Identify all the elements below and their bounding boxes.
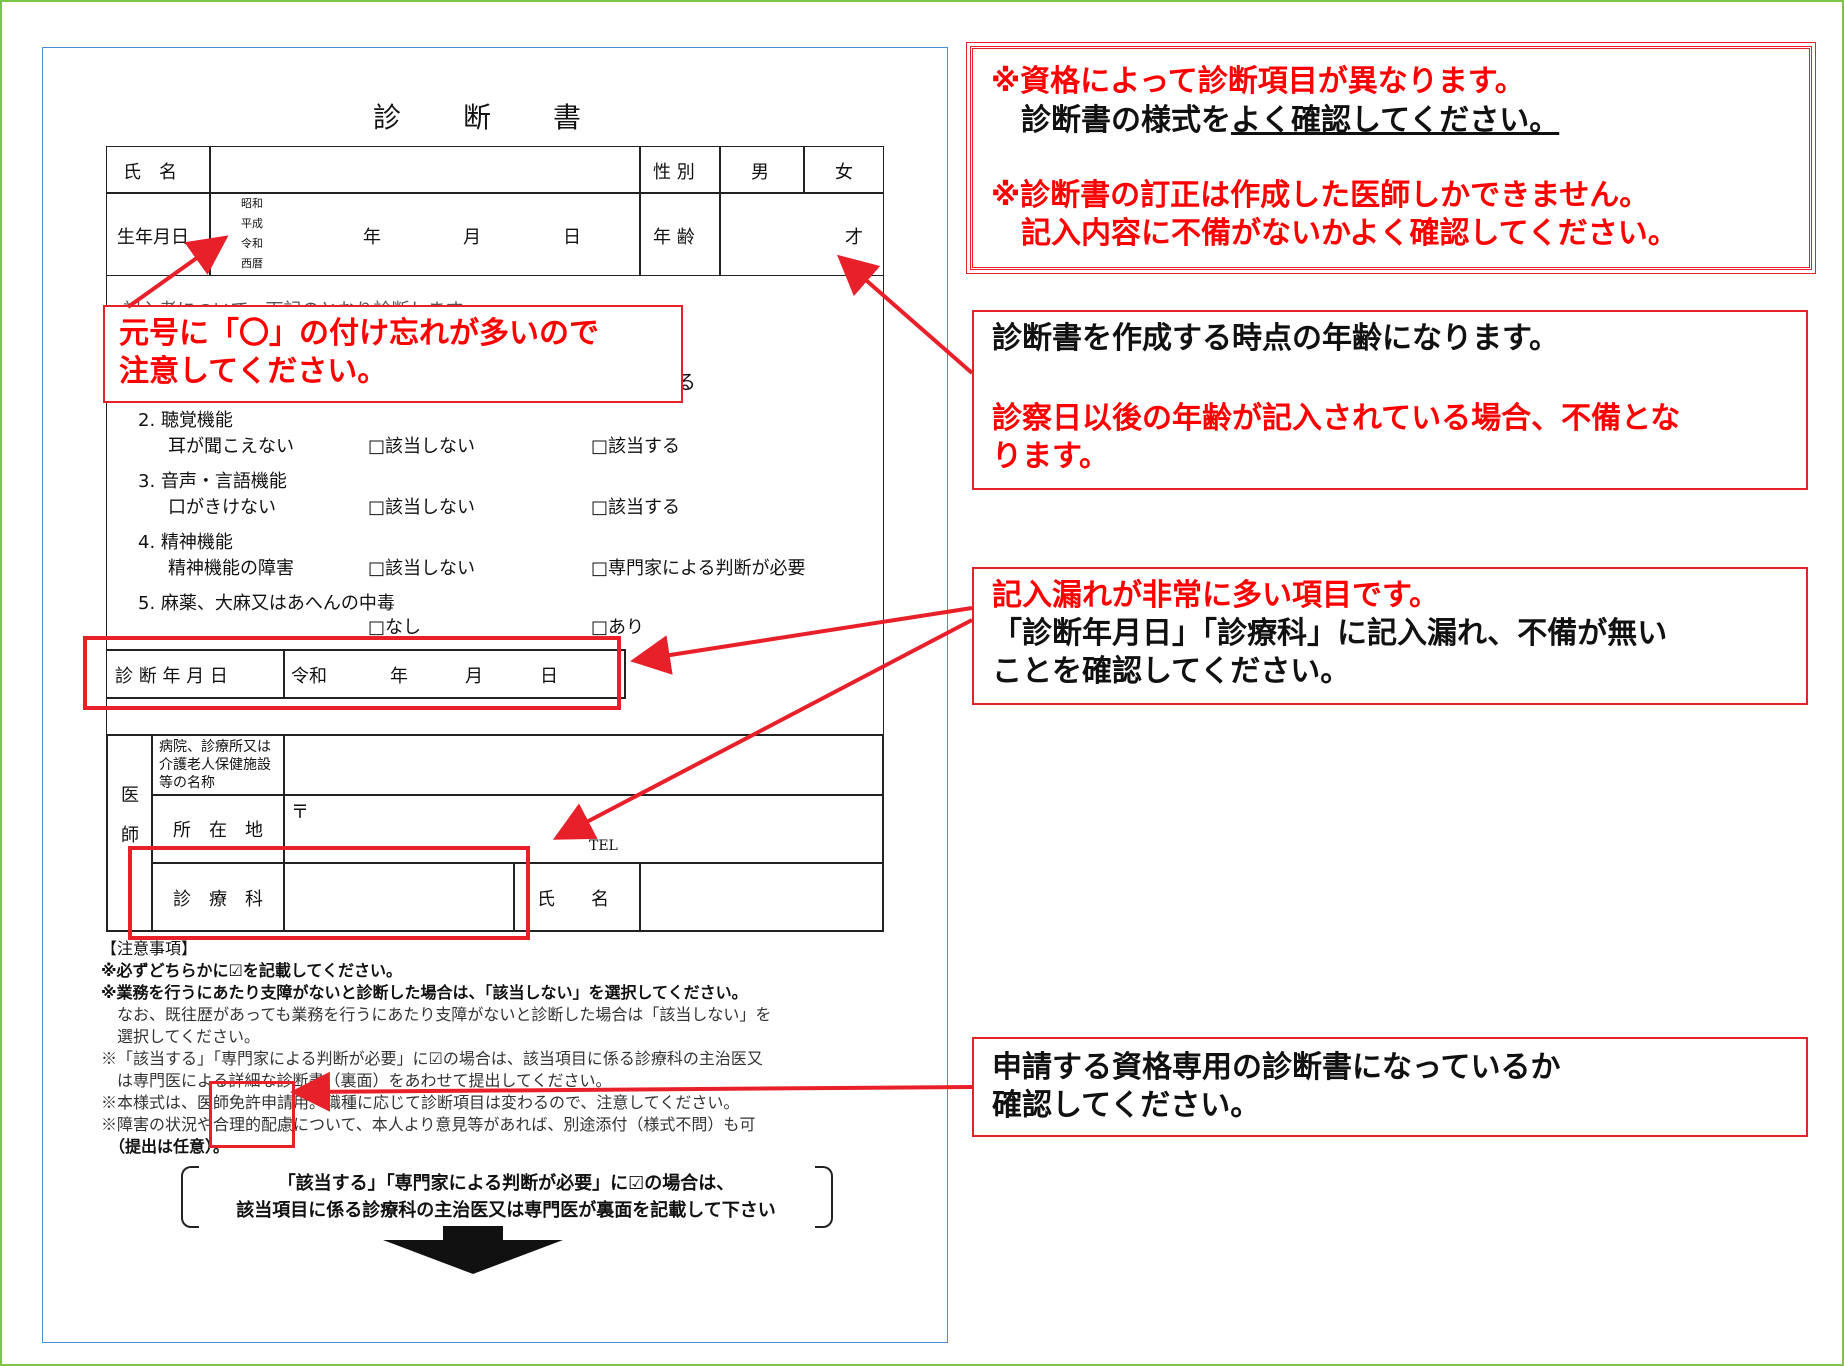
arrow-to-age [836, 254, 974, 375]
arrow-to-dept [552, 618, 973, 840]
arrow-to-doctor-word [290, 1071, 973, 1112]
arrow-to-era [126, 235, 229, 309]
arrow-layer [126, 235, 974, 1112]
arrow-to-diag-date [630, 606, 973, 675]
